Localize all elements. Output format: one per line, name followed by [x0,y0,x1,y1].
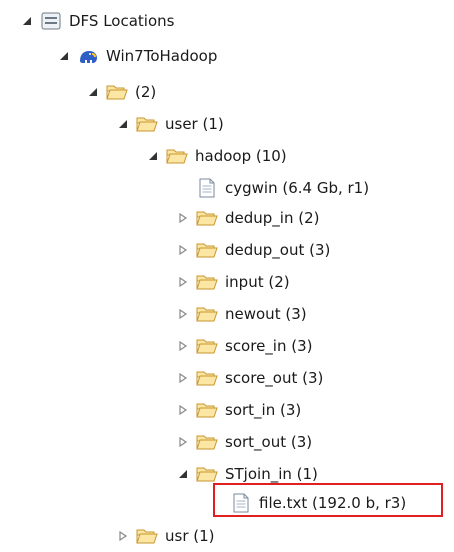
tree-item-usr[interactable]: usr (1) [114,520,215,552]
tree-item-win7tohadoop[interactable]: Win7ToHadoop [55,40,217,72]
tree-item-sort-in[interactable]: sort_in (3) [174,394,301,426]
folder-open-icon [136,114,158,134]
tree-item-label: score_out (3) [225,369,324,387]
expanded-triangle-icon[interactable] [174,465,192,483]
tree-item-dedup-out[interactable]: dedup_out (3) [174,234,330,266]
collapsed-triangle-icon[interactable] [174,433,192,451]
collapsed-triangle-icon[interactable] [174,305,192,323]
tree-item-label: dedup_out (3) [225,241,331,259]
folder-open-icon [196,432,218,452]
folder-open-icon [196,464,218,484]
tree-item-label: sort_out (3) [225,433,313,451]
folder-open-icon [196,304,218,324]
tree-item-label: STjoin_in (1) [225,465,318,483]
expanded-triangle-icon[interactable] [55,47,73,65]
tree-item-label: score_in (3) [225,337,313,355]
expanded-triangle-icon[interactable] [18,12,36,30]
folder-open-icon [196,368,218,388]
tree-item-score-in[interactable]: score_in (3) [174,330,313,362]
tree-item-cygwin[interactable]: cygwin (6.4 Gb, r1) [174,172,369,204]
tree-item-input[interactable]: input (2) [174,266,290,298]
collapsed-triangle-icon[interactable] [174,241,192,259]
collapsed-triangle-icon[interactable] [174,337,192,355]
dfs-tree: DFS Locations Win7ToHadoop (2) user (1) hado… [0,0,454,549]
tree-item-root[interactable]: (2) [84,76,156,108]
tree-item-label: cygwin (6.4 Gb, r1) [225,179,370,197]
folder-open-icon [196,336,218,356]
folder-open-icon [166,146,188,166]
expanded-triangle-icon[interactable] [84,83,102,101]
tree-item-label: DFS Locations [69,12,175,30]
tree-item-user[interactable]: user (1) [114,108,224,140]
collapsed-triangle-icon[interactable] [174,369,192,387]
tree-item-label: user (1) [165,115,224,133]
tree-item-dedup-in[interactable]: dedup_in (2) [174,202,320,234]
folder-open-icon [196,400,218,420]
folder-open-icon [196,240,218,260]
expanded-triangle-icon[interactable] [114,115,132,133]
collapsed-triangle-icon[interactable] [174,209,192,227]
collapsed-triangle-icon[interactable] [114,527,132,545]
tree-item-label: hadoop (10) [195,147,287,165]
tree-item-label: Win7ToHadoop [106,47,218,65]
tree-item-sort-out[interactable]: sort_out (3) [174,426,312,458]
folder-open-icon [196,272,218,292]
tree-item-label: sort_in (3) [225,401,302,419]
folder-open-icon [136,526,158,546]
expanded-triangle-icon[interactable] [144,147,162,165]
tree-item-score-out[interactable]: score_out (3) [174,362,323,394]
file-icon [196,178,218,198]
tree-item-label: (2) [135,83,157,101]
tree-item-hadoop[interactable]: hadoop (10) [144,140,287,172]
tree-item-label: input (2) [225,273,290,291]
tree-item-label: dedup_in (2) [225,209,320,227]
hadoop-elephant-icon [77,46,99,66]
tree-item-newout[interactable]: newout (3) [174,298,307,330]
tree-item-label: usr (1) [165,527,215,545]
collapsed-triangle-icon[interactable] [174,273,192,291]
server-icon [40,11,62,31]
folder-open-icon [106,82,128,102]
highlight-box [213,483,443,517]
collapsed-triangle-icon[interactable] [174,401,192,419]
tree-item-label: newout (3) [225,305,307,323]
folder-open-icon [196,208,218,228]
tree-item-dfs-locations[interactable]: DFS Locations [18,5,174,37]
